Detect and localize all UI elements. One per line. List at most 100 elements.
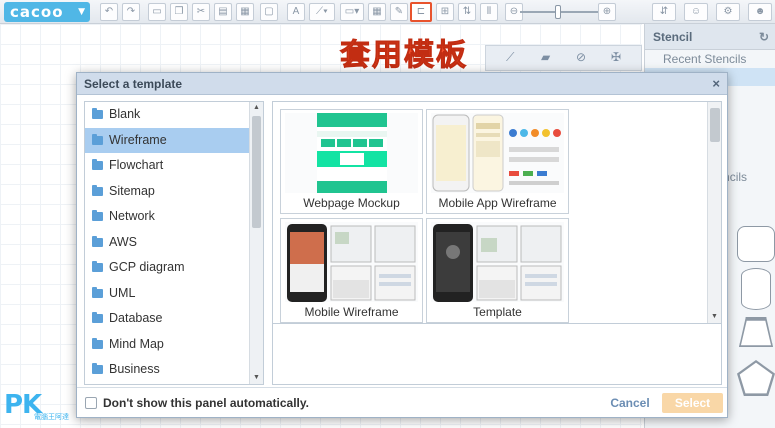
scrollbar-thumb[interactable] bbox=[710, 108, 720, 142]
paste-icon[interactable]: ▤ bbox=[214, 3, 232, 21]
folder-icon bbox=[92, 261, 103, 272]
link-icon[interactable]: ⊘ bbox=[576, 50, 586, 64]
mobile-wireframe-thumbnail bbox=[285, 222, 418, 302]
category-label: Blank bbox=[109, 107, 141, 121]
category-label: GCP diagram bbox=[109, 260, 185, 274]
category-label: Database bbox=[109, 311, 163, 325]
share-icon[interactable]: ⇵ bbox=[652, 3, 676, 21]
scroll-down-icon[interactable]: ▼ bbox=[708, 311, 721, 323]
stencil-row[interactable]: Recent Stencils bbox=[645, 50, 775, 68]
collaborate-icon[interactable]: ☺ bbox=[684, 3, 708, 21]
zoom-slider-handle[interactable] bbox=[555, 5, 561, 19]
dialog-title: Select a template bbox=[84, 77, 183, 91]
settings-icon[interactable]: ⚙ bbox=[716, 3, 740, 21]
category-item-uml[interactable]: UML bbox=[85, 281, 250, 307]
template-card-template[interactable]: Template bbox=[426, 218, 569, 323]
dialog-header: Select a template × bbox=[77, 73, 727, 95]
category-label: Mind Map bbox=[109, 336, 164, 351]
category-item-network[interactable]: Network bbox=[85, 204, 250, 230]
template-label: Mobile App Wireframe bbox=[438, 196, 557, 210]
category-item-aws[interactable]: AWS bbox=[85, 230, 250, 256]
template-icon[interactable]: ⊏ bbox=[410, 2, 432, 22]
cut-icon[interactable]: ✂ bbox=[192, 3, 210, 21]
folder-icon bbox=[92, 210, 103, 221]
redo-icon[interactable]: ↷ bbox=[122, 3, 140, 21]
user-icon[interactable]: ☻ bbox=[748, 3, 772, 21]
annotation-label: 套用模板 bbox=[340, 38, 468, 74]
webpage-mockup-thumbnail bbox=[285, 113, 418, 193]
tools-icon[interactable]: ✠ bbox=[611, 50, 621, 64]
category-item-flowchart[interactable]: Flowchart bbox=[85, 153, 250, 179]
select-button[interactable]: Select bbox=[662, 393, 723, 413]
dont-show-checkbox[interactable] bbox=[85, 397, 97, 409]
template-card-mobile-wireframe[interactable]: Mobile Wireframe bbox=[280, 218, 423, 323]
canvas-subtoolbar: ⟋ ▰ ⊘ ✠ bbox=[485, 45, 642, 71]
align-icon[interactable]: ⇅ bbox=[458, 3, 476, 21]
scroll-up-icon[interactable]: ▲ bbox=[250, 102, 263, 114]
select-template-dialog: Select a template × Blank Wireframe Flow… bbox=[76, 72, 728, 418]
text-icon[interactable]: A bbox=[287, 3, 305, 21]
template-label: Webpage Mockup bbox=[303, 196, 400, 210]
folder-icon bbox=[92, 235, 103, 247]
folder-icon bbox=[92, 337, 103, 349]
folder-icon bbox=[92, 286, 103, 298]
template-label: Mobile Wireframe bbox=[304, 305, 399, 319]
dont-show-label[interactable]: Don't show this panel automatically. bbox=[103, 388, 309, 418]
refresh-icon[interactable]: ↻ bbox=[759, 24, 769, 50]
category-label: Sitemap bbox=[109, 183, 155, 198]
logo-text: cacoo bbox=[10, 3, 64, 21]
undo-icon[interactable]: ↶ bbox=[100, 3, 118, 21]
folder-icon bbox=[92, 133, 103, 145]
scrollbar-thumb[interactable] bbox=[252, 116, 261, 228]
layer-icon[interactable]: ▰ bbox=[541, 50, 550, 64]
category-list: Blank Wireframe Flowchart Sitemap Networ… bbox=[84, 101, 264, 385]
shape-icon[interactable]: ▭▾ bbox=[340, 3, 364, 21]
template-description-area bbox=[272, 324, 722, 385]
distribute-icon[interactable]: ⫴ bbox=[480, 3, 498, 21]
category-item-blank[interactable]: Blank bbox=[85, 102, 250, 128]
table-icon[interactable]: ▦ bbox=[368, 3, 386, 21]
preview-scrollbar[interactable]: ▼ bbox=[707, 102, 721, 323]
stencil-header: Stencil ↻ bbox=[645, 24, 775, 50]
chevron-down-icon: ▼ bbox=[78, 7, 86, 17]
watermark-subtitle: 電腦王阿達 bbox=[34, 414, 69, 421]
category-label: Flowchart bbox=[109, 158, 164, 172]
mobile-app-wireframe-thumbnail bbox=[431, 113, 564, 193]
category-item-gcp[interactable]: GCP diagram bbox=[85, 255, 250, 281]
pencil-icon[interactable]: ✎ bbox=[390, 3, 408, 21]
folder-icon bbox=[92, 312, 103, 323]
template-label: Template bbox=[473, 305, 522, 319]
main-toolbar: cacoo ▼ ↶ ↷ ▭ ❐ ✂ ▤ ▦ ▢ A ⟋▾ ▭▾ ▦ ✎ ⊏ ⊞ … bbox=[0, 0, 775, 24]
template-card-webpage-mockup[interactable]: Webpage Mockup bbox=[280, 109, 423, 214]
app-logo[interactable]: cacoo ▼ bbox=[4, 2, 90, 22]
category-item-mind-map[interactable]: Mind Map bbox=[85, 332, 250, 358]
comment-icon[interactable]: ▢ bbox=[260, 3, 278, 21]
connector-icon[interactable]: ⟋▾ bbox=[309, 3, 335, 21]
grid-icon[interactable]: ⊞ bbox=[436, 3, 454, 21]
folder-icon bbox=[92, 363, 103, 374]
category-item-database[interactable]: Database bbox=[85, 306, 250, 332]
category-item-sitemap[interactable]: Sitemap bbox=[85, 179, 250, 205]
category-item-wireframe[interactable]: Wireframe bbox=[85, 127, 250, 153]
template-preview-grid: Webpage Mockup Mobile App Wireframe Mobi… bbox=[272, 101, 722, 324]
folder-icon bbox=[92, 108, 103, 119]
category-item-business[interactable]: Business bbox=[85, 357, 250, 383]
page-icon[interactable]: ▭ bbox=[148, 3, 166, 21]
scroll-down-icon[interactable]: ▼ bbox=[250, 372, 263, 384]
dialog-footer: Don't show this panel automatically. Can… bbox=[77, 387, 727, 417]
zoom-in-icon[interactable]: ⊕ bbox=[598, 3, 616, 21]
category-scrollbar[interactable]: ▲ ▼ bbox=[249, 102, 263, 384]
category-label: UML bbox=[109, 285, 136, 300]
folder-icon bbox=[92, 184, 103, 196]
rounded-rect-shape[interactable] bbox=[737, 226, 775, 262]
copy-icon[interactable]: ❐ bbox=[170, 3, 188, 21]
template-thumbnail bbox=[431, 222, 564, 302]
template-card-mobile-app-wireframe[interactable]: Mobile App Wireframe bbox=[426, 109, 569, 214]
close-icon[interactable]: × bbox=[712, 73, 720, 95]
stencil-title: Stencil bbox=[653, 30, 693, 44]
cancel-button[interactable]: Cancel bbox=[607, 393, 653, 413]
image-icon[interactable]: ▦ bbox=[236, 3, 254, 21]
cylinder-shape[interactable] bbox=[741, 268, 771, 310]
folder-icon bbox=[92, 159, 103, 170]
line-icon[interactable]: ⟋ bbox=[506, 50, 514, 65]
